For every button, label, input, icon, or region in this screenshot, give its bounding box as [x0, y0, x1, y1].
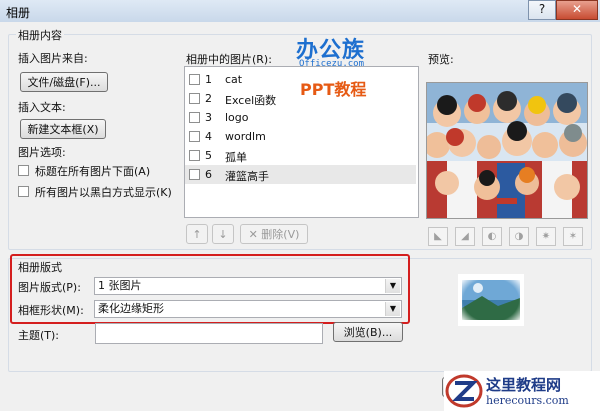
close-button[interactable]: ✕ — [556, 0, 598, 20]
layout-thumbnail — [458, 274, 524, 326]
insert-text-label: 插入文本: — [18, 101, 66, 114]
item-name: 孤单 — [225, 151, 247, 164]
preview-image — [426, 82, 588, 219]
brightness-up-icon: ✷ — [541, 231, 551, 242]
rotate-right-button[interactable]: ◢ — [455, 227, 475, 246]
item-name: Excel函数 — [225, 94, 277, 107]
theme-label: 主题(T): — [18, 329, 60, 342]
item-checkbox[interactable] — [189, 74, 200, 85]
move-down-button[interactable]: ↓ — [212, 224, 234, 244]
contrast-up-button[interactable]: ◐ — [482, 227, 502, 246]
theme-input[interactable] — [95, 323, 323, 344]
item-name: 灌篮高手 — [225, 170, 269, 183]
item-checkbox[interactable] — [189, 150, 200, 161]
arrow-up-icon: ↑ — [192, 228, 202, 241]
file-disk-button[interactable]: 文件/磁盘(F)... — [20, 72, 108, 92]
arrow-down-icon: ↓ — [218, 228, 228, 241]
list-item[interactable]: 4 wordlm — [185, 127, 416, 146]
site-watermark: 这里教程网 herecours.com — [444, 371, 600, 411]
site-logo-icon — [445, 374, 483, 408]
anime-collage-picture — [427, 83, 587, 218]
item-name: cat — [225, 73, 243, 86]
insert-from-label: 插入图片来自: — [18, 52, 88, 65]
window-title: 相册 — [6, 6, 31, 20]
contrast-up-icon: ◐ — [487, 231, 497, 242]
black-white-checkbox[interactable] — [18, 186, 29, 197]
brightness-down-button[interactable]: ✶ — [563, 227, 583, 246]
brand-sub-watermark: PPT教程 — [300, 80, 367, 99]
item-number: 6 — [205, 168, 212, 181]
album-dialog: 相册内容 插入图片来自: 文件/磁盘(F)... 插入文本: 新建文本框(X) … — [0, 22, 600, 411]
caption-checkbox[interactable] — [18, 165, 29, 176]
move-up-button[interactable]: ↑ — [186, 224, 208, 244]
item-number: 3 — [205, 111, 212, 124]
landscape-thumbnail-picture — [458, 274, 524, 326]
item-checkbox[interactable] — [189, 112, 200, 123]
pictures-list-label: 相册中的图片(R): — [186, 53, 272, 66]
list-item[interactable]: 3 logo — [185, 108, 416, 127]
item-checkbox[interactable] — [189, 93, 200, 104]
brightness-up-button[interactable]: ✷ — [536, 227, 556, 246]
item-checkbox[interactable] — [189, 131, 200, 142]
caption-option-label: 标题在所有图片下面(A) — [35, 165, 151, 178]
brightness-down-icon: ✶ — [568, 231, 578, 242]
rotate-left-icon: ◣ — [434, 231, 442, 242]
item-name: wordlm — [225, 130, 266, 143]
browse-button[interactable]: 浏览(B)... — [333, 322, 403, 342]
item-number: 5 — [205, 149, 212, 162]
delete-x-icon: ✕ — [248, 228, 262, 241]
item-name: logo — [225, 111, 249, 124]
highlight-box — [10, 254, 410, 324]
item-checkbox[interactable] — [189, 169, 200, 180]
black-white-option-label: 所有图片以黑白方式显示(K) — [35, 186, 172, 199]
contrast-down-icon: ◑ — [514, 231, 524, 242]
rotate-left-button[interactable]: ◣ — [428, 227, 448, 246]
item-number: 2 — [205, 92, 212, 105]
item-number: 1 — [205, 73, 212, 86]
picture-options-label: 图片选项: — [18, 146, 66, 159]
brand-url-watermark: Officezu.com — [299, 59, 365, 69]
list-item-selected[interactable]: 6 灌篮高手 — [185, 165, 416, 184]
contrast-down-button[interactable]: ◑ — [509, 227, 529, 246]
new-textbox-button[interactable]: 新建文本框(X) — [20, 119, 106, 139]
album-content-label: 相册内容 — [16, 27, 64, 43]
site-name: 这里教程网 — [486, 376, 562, 394]
site-url: herecours.com — [486, 394, 569, 407]
rotate-right-icon: ◢ — [461, 231, 469, 242]
delete-button[interactable]: ✕ 删除(V) — [240, 224, 308, 244]
item-number: 4 — [205, 130, 212, 143]
help-button[interactable]: ? — [528, 0, 556, 20]
title-bar: 相册 ? ✕ — [0, 0, 600, 23]
delete-label: 删除(V) — [261, 228, 300, 241]
preview-label: 预览: — [428, 53, 454, 66]
list-item[interactable]: 5 孤单 — [185, 146, 416, 165]
